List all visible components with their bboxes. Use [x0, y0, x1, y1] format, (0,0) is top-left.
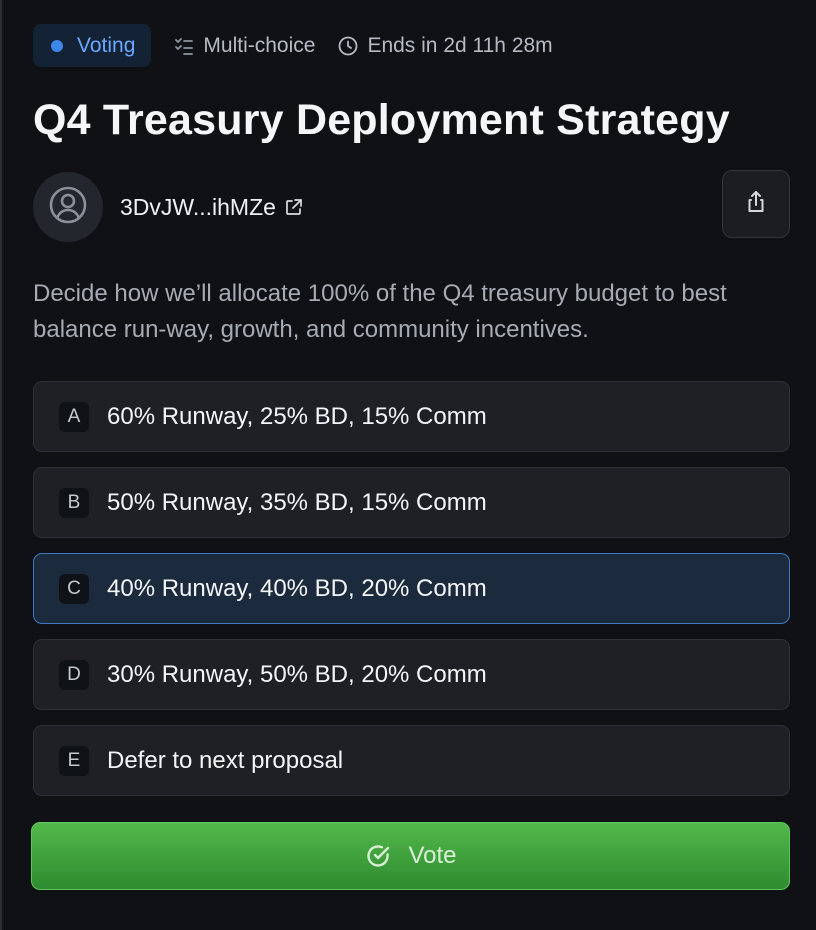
status-dot-icon [51, 39, 63, 52]
share-icon [743, 189, 769, 220]
option-label: 60% Runway, 25% BD, 15% Comm [107, 402, 487, 430]
proposal-meta: Voting Multi-choice Ends in 2d 11h 28m [33, 24, 790, 67]
option-letter: E [59, 745, 89, 776]
option-label: 40% Runway, 40% BD, 20% Comm [107, 574, 487, 602]
option-label: 30% Runway, 50% BD, 20% Comm [107, 660, 487, 688]
option-a[interactable]: A 60% Runway, 25% BD, 15% Comm [33, 381, 790, 452]
option-label: Defer to next proposal [107, 746, 344, 774]
option-letter: C [59, 573, 89, 604]
author-row: 3DvJW...ihMZe [33, 170, 790, 242]
option-b[interactable]: B 50% Runway, 35% BD, 15% Comm [33, 467, 790, 538]
status-label: Voting [77, 33, 136, 57]
option-c[interactable]: C 40% Runway, 40% BD, 20% Comm [33, 553, 790, 624]
clock-icon [337, 35, 359, 57]
external-link-icon [284, 198, 303, 217]
option-d[interactable]: D 30% Runway, 50% BD, 20% Comm [33, 639, 790, 710]
vote-type: Multi-choice [173, 34, 315, 58]
vote-options: A 60% Runway, 25% BD, 15% Comm B 50% Run… [33, 381, 790, 796]
author-address: 3DvJW...ihMZe [120, 193, 276, 220]
option-e[interactable]: E Defer to next proposal [33, 725, 790, 796]
option-letter: D [59, 659, 89, 690]
vote-type-label: Multi-choice [203, 33, 316, 57]
option-label: 50% Runway, 35% BD, 15% Comm [107, 488, 487, 516]
deadline: Ends in 2d 11h 28m [337, 33, 553, 58]
vote-label: Vote [408, 842, 457, 869]
option-letter: B [59, 487, 89, 518]
avatar [33, 172, 103, 242]
proposal-description: Decide how we’ll allocate 100% of the Q4… [33, 280, 727, 343]
deadline-label: Ends in 2d 11h 28m [367, 33, 553, 57]
proposal-title: Q4 Treasury Deployment Strategy [33, 96, 730, 144]
share-button[interactable] [722, 170, 790, 238]
check-circle-icon [364, 842, 392, 870]
checklist-icon [173, 35, 195, 57]
author-address-link[interactable]: 3DvJW...ihMZe [120, 194, 303, 221]
user-icon [47, 184, 89, 231]
status-badge: Voting [33, 24, 152, 67]
option-letter: A [59, 401, 89, 432]
vote-button[interactable]: Vote [31, 822, 790, 890]
proposal-page: Voting Multi-choice Ends in 2d 11h 28m Q… [33, 24, 790, 811]
left-panel-border [0, 0, 2, 930]
